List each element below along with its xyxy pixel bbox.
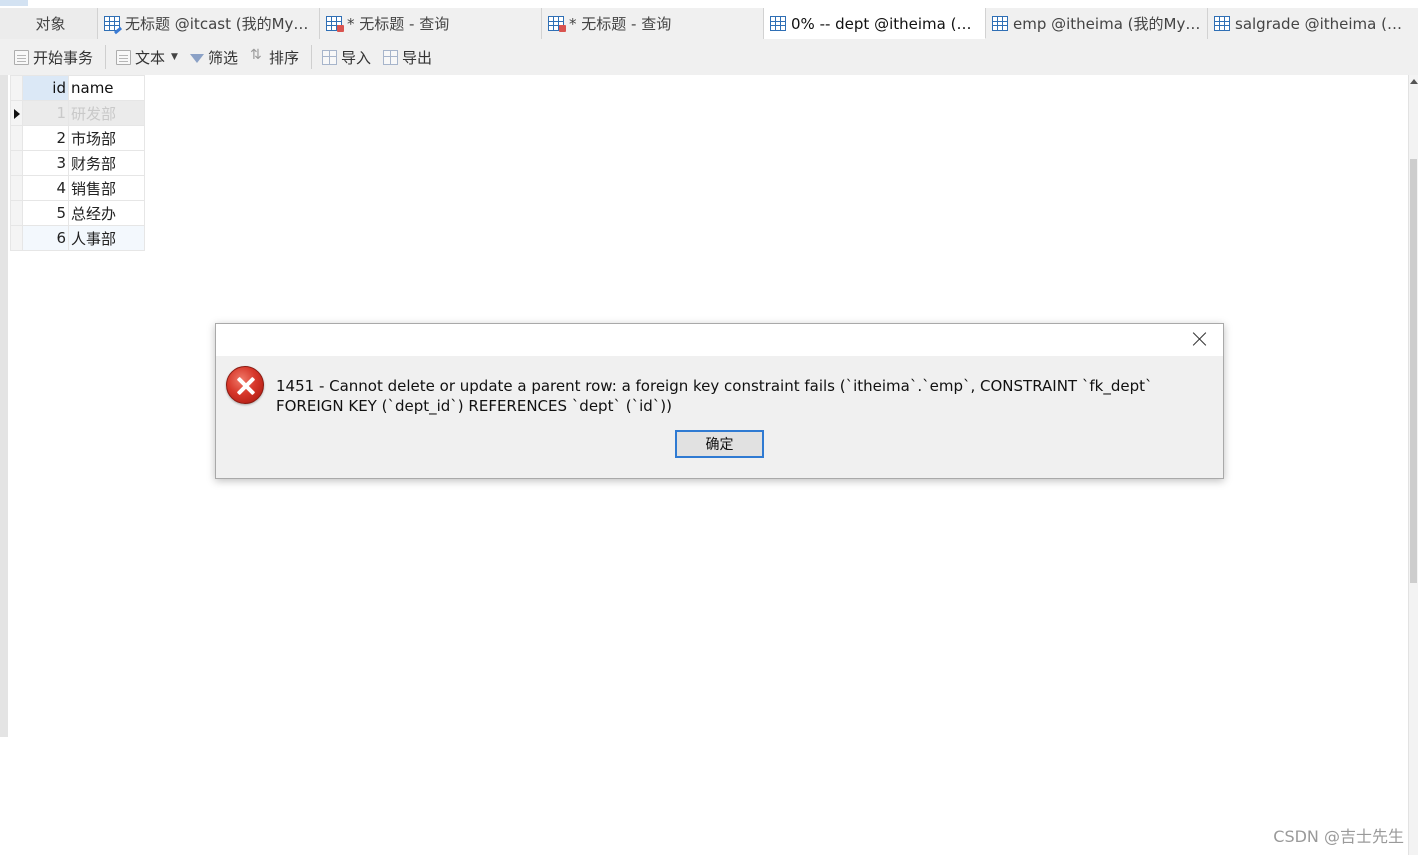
query-edit-icon xyxy=(104,16,120,31)
tab-bar: 对象 无标题 @itcast (我的MyS... * 无标题 - 查询 * 无标… xyxy=(0,8,1418,39)
sort-label: 排序 xyxy=(268,48,299,67)
scrollbar-thumb[interactable] xyxy=(1410,159,1417,583)
table-row[interactable]: 3 财务部 xyxy=(10,150,145,176)
header-row: id name xyxy=(10,75,145,101)
error-icon xyxy=(226,366,264,404)
cell-id[interactable]: 5 xyxy=(22,200,69,226)
begin-transaction-button[interactable]: 开始事务 xyxy=(14,44,93,70)
table-icon xyxy=(770,15,786,31)
row-header[interactable] xyxy=(10,225,23,251)
table-icon xyxy=(992,16,1008,31)
transaction-icon xyxy=(14,49,29,65)
query-icon xyxy=(326,16,344,32)
tab-untitled-query-2[interactable]: * 无标题 - 查询 xyxy=(542,8,764,39)
left-gutter xyxy=(0,75,8,737)
import-button[interactable]: 导入 xyxy=(321,44,371,70)
table-row[interactable]: 1 研发部 xyxy=(10,100,145,126)
sort-icon xyxy=(250,47,265,65)
cell-id[interactable]: 3 xyxy=(22,150,69,176)
table-icon xyxy=(1214,16,1230,31)
tab-label: 无标题 @itcast (我的MyS... xyxy=(125,15,313,33)
top-strip xyxy=(0,0,1418,8)
toolbar-divider xyxy=(310,45,312,69)
ok-button[interactable]: 确定 xyxy=(675,430,764,458)
tab-label: emp @itheima (我的MyS... xyxy=(1013,15,1201,33)
tab-label: 0% -- dept @itheima (我... xyxy=(791,14,979,33)
chevron-down-icon[interactable]: ▼ xyxy=(171,52,178,62)
table-row[interactable]: 2 市场部 xyxy=(10,125,145,151)
text-label: 文本 xyxy=(135,48,166,67)
cell-name[interactable]: 市场部 xyxy=(68,125,145,151)
tab-label: * 无标题 - 查询 xyxy=(569,15,672,33)
row-header[interactable] xyxy=(10,125,23,151)
column-header-id[interactable]: id xyxy=(22,75,69,101)
tab-objects[interactable]: 对象 xyxy=(0,8,98,39)
dialog-titlebar[interactable] xyxy=(216,324,1223,356)
window-accent xyxy=(0,0,28,6)
cell-id[interactable]: 2 xyxy=(22,125,69,151)
row-header[interactable] xyxy=(10,150,23,176)
cell-id[interactable]: 1 xyxy=(22,100,69,126)
export-label: 导出 xyxy=(402,48,433,67)
row-header[interactable] xyxy=(10,175,23,201)
tab-label: salgrade @itheima (我的... xyxy=(1235,15,1412,33)
filter-icon xyxy=(189,53,204,63)
scroll-up-icon[interactable] xyxy=(1410,79,1418,84)
sort-button[interactable]: 排序 xyxy=(250,44,299,70)
filter-button[interactable]: 筛选 xyxy=(189,44,238,70)
tab-label: * 无标题 - 查询 xyxy=(347,15,450,33)
error-dialog: 1451 - Cannot delete or update a parent … xyxy=(215,323,1224,479)
import-label: 导入 xyxy=(340,48,371,67)
table-row[interactable]: 5 总经办 xyxy=(10,200,145,226)
tab-label: 对象 xyxy=(35,15,66,33)
column-header-name[interactable]: name xyxy=(68,75,145,101)
cell-name[interactable]: 人事部 xyxy=(68,225,145,251)
cell-name[interactable]: 总经办 xyxy=(68,200,145,226)
begin-transaction-label: 开始事务 xyxy=(33,48,94,67)
toolbar: 开始事务 文本 ▼ 筛选 排序 导入 导出 xyxy=(0,39,1418,75)
cell-id[interactable]: 4 xyxy=(22,175,69,201)
close-icon[interactable] xyxy=(1191,330,1209,348)
row-header[interactable] xyxy=(10,100,23,126)
tab-untitled-itcast[interactable]: 无标题 @itcast (我的MyS... xyxy=(98,8,320,39)
query-icon xyxy=(548,16,566,32)
tab-dept[interactable]: 0% -- dept @itheima (我... xyxy=(764,8,986,39)
toolbar-divider xyxy=(105,45,107,69)
row-header-corner xyxy=(10,75,23,101)
row-header[interactable] xyxy=(10,200,23,226)
cell-name[interactable]: 财务部 xyxy=(68,150,145,176)
cell-name[interactable]: 销售部 xyxy=(68,175,145,201)
filter-label: 筛选 xyxy=(207,48,238,67)
data-grid: id name 1 研发部 2 市场部 3 财务部 4 销售部 5 总经办 6 … xyxy=(10,75,145,251)
error-message: 1451 - Cannot delete or update a parent … xyxy=(276,377,1153,415)
export-icon xyxy=(383,49,398,65)
cell-id[interactable]: 6 xyxy=(22,225,69,251)
tab-emp[interactable]: emp @itheima (我的MyS... xyxy=(986,8,1208,39)
watermark: CSDN @吉士先生 xyxy=(1273,827,1404,846)
cell-name[interactable]: 研发部 xyxy=(68,100,145,126)
export-button[interactable]: 导出 xyxy=(383,44,432,70)
current-row-pointer-icon xyxy=(14,109,20,119)
text-button[interactable]: 文本 ▼ xyxy=(116,44,178,70)
import-icon xyxy=(321,49,337,65)
tab-salgrade[interactable]: salgrade @itheima (我的... xyxy=(1208,8,1418,39)
table-row[interactable]: 6 人事部 xyxy=(10,225,145,251)
table-row[interactable]: 4 销售部 xyxy=(10,175,145,201)
tab-untitled-query-1[interactable]: * 无标题 - 查询 xyxy=(320,8,542,39)
vertical-scrollbar[interactable] xyxy=(1408,75,1418,855)
text-icon xyxy=(116,49,132,65)
